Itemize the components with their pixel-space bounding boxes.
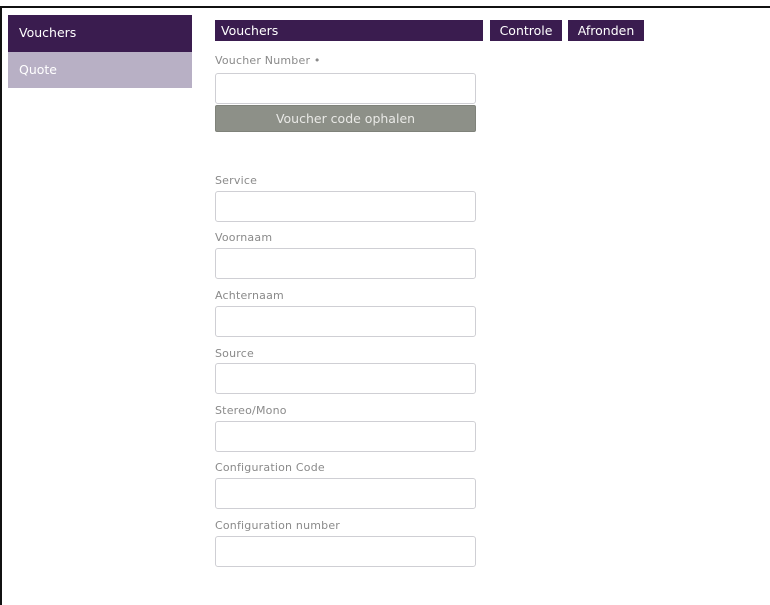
sidebar-item-quote[interactable]: Quote (8, 52, 192, 88)
voornaam-label: Voornaam (215, 231, 273, 244)
achternaam-label: Achternaam (215, 289, 284, 302)
configuration-code-label: Configuration Code (215, 461, 325, 474)
voornaam-input[interactable] (215, 248, 476, 279)
app-frame: Vouchers Quote Vouchers Controle Afronde… (0, 0, 770, 605)
configuration-number-input[interactable] (215, 536, 476, 567)
achternaam-input[interactable] (215, 306, 476, 337)
frame-left-border (0, 6, 2, 605)
voucher-number-label: Voucher Number • (215, 54, 321, 67)
configuration-number-label: Configuration number (215, 519, 341, 532)
controle-button[interactable]: Controle (490, 20, 562, 41)
source-label: Source (215, 347, 254, 360)
source-input[interactable] (215, 363, 476, 394)
sidebar: Vouchers Quote (8, 15, 192, 88)
stereo-mono-label: Stereo/Mono (215, 404, 287, 417)
sidebar-item-vouchers[interactable]: Vouchers (8, 15, 192, 52)
service-input[interactable] (215, 191, 476, 222)
tab-vouchers[interactable]: Vouchers (215, 20, 483, 41)
configuration-code-input[interactable] (215, 478, 476, 509)
stereo-mono-input[interactable] (215, 421, 476, 452)
sidebar-item-label: Quote (19, 62, 58, 77)
frame-top-border (0, 6, 770, 8)
fetch-voucher-code-button[interactable]: Voucher code ophalen (215, 105, 476, 132)
voucher-number-input[interactable] (215, 73, 476, 104)
service-label: Service (215, 174, 258, 187)
afronden-button[interactable]: Afronden (568, 20, 644, 41)
sidebar-item-label: Vouchers (19, 25, 77, 40)
